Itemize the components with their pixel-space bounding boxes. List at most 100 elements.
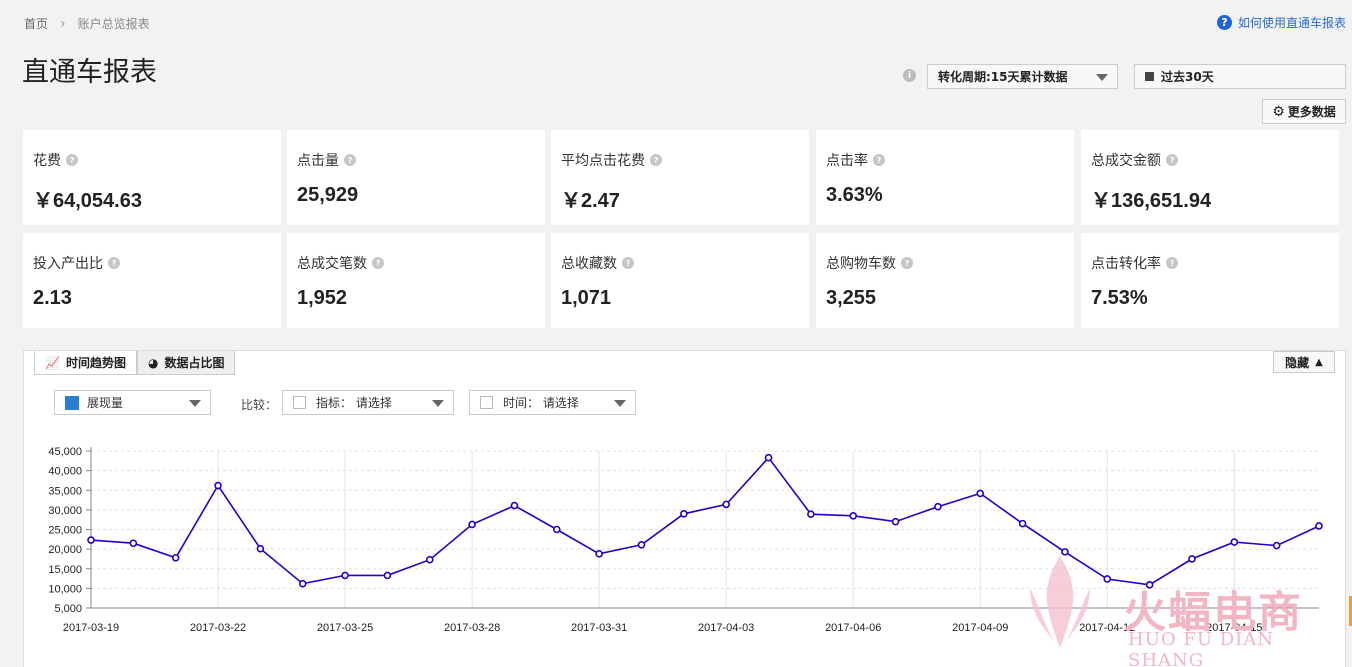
y-tick-label: 40,000 xyxy=(48,466,82,478)
indicator-checkbox[interactable] xyxy=(293,396,306,409)
tab-data-share[interactable]: ◕ 数据占比图 xyxy=(136,351,236,375)
data-point xyxy=(214,481,222,490)
metric-label: 花费 xyxy=(33,153,61,169)
data-point xyxy=(1018,519,1027,528)
metric-label: 点击量 xyxy=(297,153,339,169)
y-tick-label: 10,000 xyxy=(48,583,82,595)
data-point xyxy=(341,571,349,580)
x-tick-label: 2017-04-03 xyxy=(698,622,754,634)
tab-time-trend-label: 时间趋势图 xyxy=(65,356,126,370)
data-point xyxy=(595,550,603,558)
chart-tabs: 📈 时间趋势图 ◕ 数据占比图 xyxy=(34,351,236,375)
help-icon[interactable]: ? xyxy=(873,154,885,166)
metric-value: 7.53% xyxy=(1091,287,1148,309)
hide-button-label: 隐藏 xyxy=(1285,355,1310,370)
help-icon[interactable]: ? xyxy=(650,154,662,166)
data-point xyxy=(807,510,815,518)
data-point xyxy=(637,541,646,549)
caret-down-icon xyxy=(432,400,444,407)
help-icon[interactable]: ? xyxy=(66,154,78,166)
date-range-select[interactable]: 过去30天 xyxy=(1134,64,1346,89)
help-icon[interactable]: ? xyxy=(1166,154,1178,166)
data-point xyxy=(1272,541,1281,550)
x-tick-label: 2017-03-22 xyxy=(190,622,246,634)
data-point xyxy=(1230,538,1239,546)
hide-button[interactable]: 隐藏 ▲ xyxy=(1273,351,1335,373)
metric-card[interactable]: 平均点击花费? ￥2.47 xyxy=(551,130,809,225)
help-icon[interactable]: ? xyxy=(622,257,634,269)
chevron-up-icon: ▲ xyxy=(1315,356,1323,368)
metric-label: 平均点击花费 xyxy=(561,153,645,169)
metric-card[interactable]: 点击量? 25,929 xyxy=(287,130,545,225)
chevron-right-icon: › xyxy=(60,15,66,32)
x-tick-label: 2017-04-09 xyxy=(952,622,1008,634)
tab-time-trend[interactable]: 📈 时间趋势图 xyxy=(34,351,137,375)
help-link[interactable]: ? 如何使用直通车报表 xyxy=(1216,14,1346,31)
data-point xyxy=(1315,522,1323,530)
y-tick-label: 20,000 xyxy=(48,544,82,556)
series-line xyxy=(90,456,1320,586)
data-point xyxy=(298,579,307,588)
date-range-value: 过去30天 xyxy=(1161,70,1214,84)
metric-card[interactable]: 总购物车数? 3,255 xyxy=(816,233,1074,328)
metric-card[interactable]: 总成交笔数? 1,952 xyxy=(287,233,545,328)
data-point xyxy=(510,501,519,510)
data-point xyxy=(722,500,730,509)
x-tick-label: 2017-03-31 xyxy=(571,622,627,634)
metric-value: 25,929 xyxy=(297,184,359,206)
tab-data-share-label: 数据占比图 xyxy=(164,356,225,370)
x-tick-label: 2017-03-28 xyxy=(444,622,500,634)
metric-value: ￥64,054.63 xyxy=(33,190,142,212)
data-point xyxy=(87,536,95,544)
data-point xyxy=(1188,555,1196,563)
data-point xyxy=(468,520,476,529)
metric-card[interactable]: 总收藏数? 1,071 xyxy=(551,233,809,328)
more-data-label: 更多数据 xyxy=(1287,105,1336,119)
metric-card[interactable]: 点击转化率? 7.53% xyxy=(1081,233,1339,328)
breadcrumb: 首页 › 账户总览报表 xyxy=(24,15,150,32)
help-icon[interactable]: ? xyxy=(901,257,913,269)
metric-label: 投入产出比 xyxy=(33,256,103,272)
y-tick-label: 25,000 xyxy=(48,525,82,537)
time-select-value: 时间： 请选择 xyxy=(503,396,579,410)
conversion-period-select[interactable]: 转化周期:15天累计数据 xyxy=(927,64,1118,89)
breadcrumb-current: 账户总览报表 xyxy=(77,17,150,31)
indicator-select-value: 指标： 请选择 xyxy=(316,396,392,410)
data-point xyxy=(976,489,985,498)
caret-down-icon xyxy=(1096,74,1108,81)
y-tick-label: 45,000 xyxy=(48,446,82,458)
metric-card[interactable]: 花费? ￥64,054.63 xyxy=(23,130,281,225)
data-point xyxy=(934,502,942,511)
compare-time-select[interactable]: 时间： 请选择 xyxy=(469,390,636,415)
compare-indicator-select[interactable]: 指标： 请选择 xyxy=(282,390,454,415)
data-point xyxy=(383,571,392,580)
data-point xyxy=(256,544,265,553)
metric-select[interactable]: 展现量 xyxy=(54,390,211,415)
metric-card[interactable]: 总成交金额? ￥136,651.94 xyxy=(1081,130,1339,225)
conversion-period-value: 转化周期:15天累计数据 xyxy=(938,70,1068,84)
more-data-button[interactable]: ⚙ 更多数据 xyxy=(1262,99,1346,124)
x-tick-label: 2017-04-06 xyxy=(825,622,881,634)
metric-label: 点击转化率 xyxy=(1091,256,1161,272)
question-icon: ? xyxy=(1216,15,1232,30)
metric-value: 1,952 xyxy=(297,287,348,309)
help-icon[interactable]: ? xyxy=(108,257,120,269)
data-point xyxy=(680,510,688,518)
help-icon[interactable]: ? xyxy=(1166,257,1178,269)
breadcrumb-home[interactable]: 首页 xyxy=(24,15,48,32)
help-icon[interactable]: ? xyxy=(372,257,384,269)
info-icon[interactable]: i xyxy=(903,69,916,82)
help-link-label[interactable]: 如何使用直通车报表 xyxy=(1238,14,1346,31)
metric-card[interactable]: 投入产出比? 2.13 xyxy=(23,233,281,328)
metric-value: ￥136,651.94 xyxy=(1091,190,1212,212)
data-point xyxy=(764,453,773,462)
watermark-subtext: HUO FU DIAN SHANG xyxy=(1128,629,1275,667)
metric-card[interactable]: 点击率? 3.63% xyxy=(816,130,1074,225)
data-point xyxy=(1103,575,1112,583)
y-tick-label: 15,000 xyxy=(48,564,82,576)
metric-select-value: 展现量 xyxy=(87,396,124,410)
data-point xyxy=(1061,548,1069,556)
page-title: 直通车报表 xyxy=(22,57,157,88)
help-icon[interactable]: ? xyxy=(344,154,356,166)
time-checkbox[interactable] xyxy=(480,396,493,409)
